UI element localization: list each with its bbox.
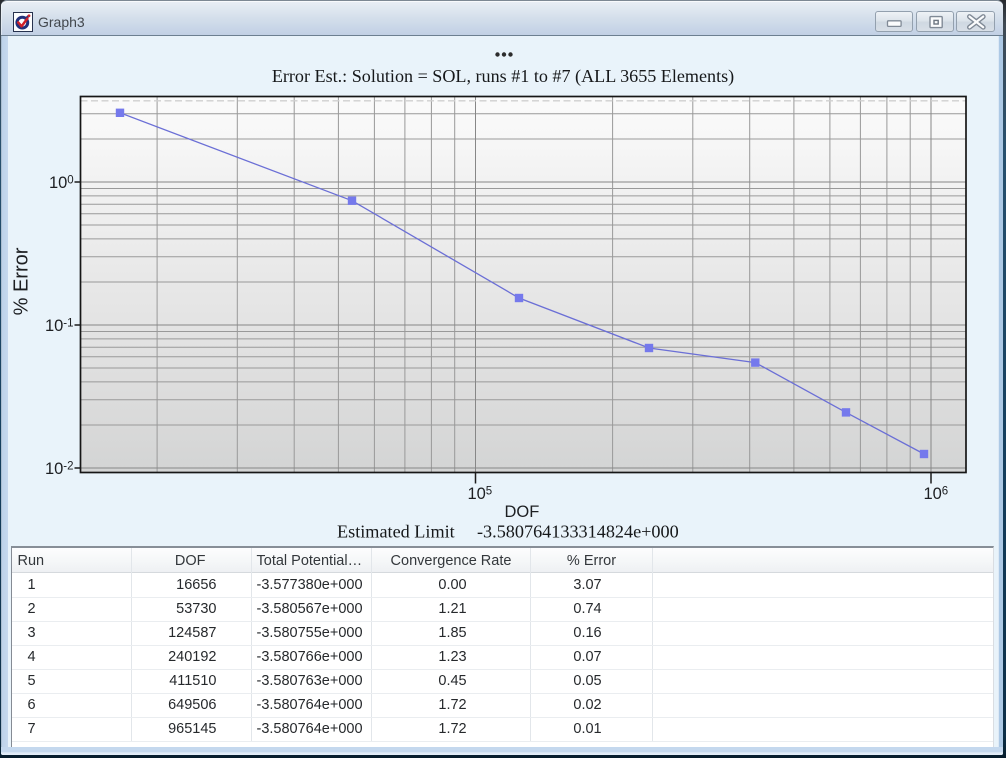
svg-text:10: 10 xyxy=(49,174,67,192)
svg-text:10: 10 xyxy=(924,485,942,503)
svg-text:10: 10 xyxy=(45,317,63,335)
svg-text:5: 5 xyxy=(486,486,492,498)
svg-text:-1: -1 xyxy=(63,318,73,330)
svg-text:0: 0 xyxy=(67,175,73,187)
svg-text:-3.580764133314824e+000: -3.580764133314824e+000 xyxy=(477,522,679,542)
svg-text:Estimated Limit: Estimated Limit xyxy=(337,522,455,542)
svg-text:10: 10 xyxy=(468,485,486,503)
svg-text:10: 10 xyxy=(45,460,63,478)
svg-text:-2: -2 xyxy=(63,461,73,473)
svg-text:DOF: DOF xyxy=(505,503,540,521)
svg-text:Error Est.: Solution = SOL, ru: Error Est.: Solution = SOL, runs #1 to #… xyxy=(272,66,734,87)
svg-text:6: 6 xyxy=(942,486,948,498)
svg-text:% Error: % Error xyxy=(11,247,33,315)
